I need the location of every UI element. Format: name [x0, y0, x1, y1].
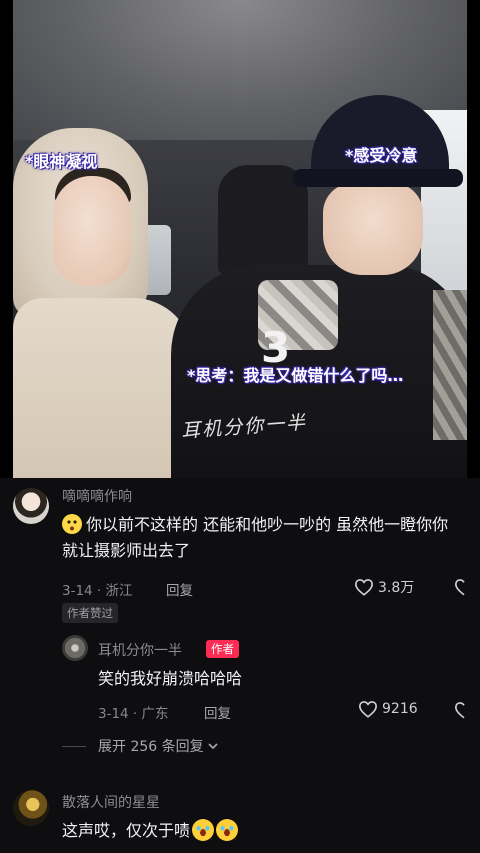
- comment-meta: 3-14 · 浙江: [62, 583, 133, 599]
- divider: [62, 746, 86, 747]
- expand-replies-label: 展开 256 条回复: [98, 739, 204, 755]
- camo-sleeve: [433, 290, 467, 440]
- comment-location: 浙江: [105, 583, 133, 599]
- like-button[interactable]: 3.8万: [354, 577, 414, 597]
- reply-meta: 3-14 · 广东: [98, 706, 169, 722]
- video-player[interactable]: 3 *眼神凝视 *感受冷意 *思考：我是又做错什么了吗… 耳机分你一半: [13, 0, 467, 478]
- like-count: 3.8万: [378, 580, 415, 596]
- comment-username[interactable]: 散落人间的星星: [62, 792, 160, 812]
- avatar[interactable]: [13, 790, 49, 826]
- comment-text-content: 这声哎，仅次于啧: [62, 821, 191, 840]
- cap-brim: [293, 169, 463, 187]
- comment-text-content: 你以前不这样的 还能和他吵一吵的 虽然他一瞪你你就让摄影师出去了: [62, 515, 449, 560]
- rolling-laugh-emoji-icon: [216, 819, 239, 841]
- caption-left: *眼神凝视: [25, 152, 98, 171]
- author-liked-badge: 作者赞过: [62, 603, 118, 623]
- comment-text[interactable]: 这声哎，仅次于啧: [62, 818, 239, 844]
- avatar[interactable]: [13, 488, 49, 524]
- like-button[interactable]: 9216: [358, 700, 418, 718]
- heart-outline-icon: [358, 701, 378, 718]
- avatar[interactable]: [62, 635, 88, 661]
- face: [323, 183, 423, 275]
- reply-location: 广东: [141, 706, 169, 722]
- reply-text[interactable]: 笑的我好崩溃哈哈哈: [98, 666, 242, 692]
- face: [53, 176, 131, 286]
- comment-list[interactable]: 嘀嘀嘀作响 你以前不这样的 还能和他吵一吵的 虽然他一瞪你你就让摄影师出去了 3…: [0, 478, 480, 853]
- reply-date: 3-14: [98, 706, 129, 722]
- heart-outline-icon[interactable]: [454, 701, 474, 719]
- comment-date: 3-14: [62, 583, 93, 599]
- comment-text[interactable]: 你以前不这样的 还能和他吵一吵的 虽然他一瞪你你就让摄影师出去了: [62, 512, 462, 564]
- rolling-laugh-emoji-icon: [192, 819, 215, 841]
- like-count: 9216: [382, 701, 418, 717]
- chevron-down-icon: [208, 743, 218, 750]
- heart-outline-icon[interactable]: [454, 578, 474, 596]
- reply-button[interactable]: 回复: [166, 579, 193, 599]
- caption-middle: *思考：我是又做错什么了吗…: [187, 366, 404, 385]
- reply-username[interactable]: 耳机分你一半: [98, 640, 182, 660]
- comment-username[interactable]: 嘀嘀嘀作响: [62, 486, 132, 506]
- reply-button[interactable]: 回复: [204, 702, 231, 722]
- caption-right: *感受冷意: [345, 146, 418, 165]
- author-badge: 作者: [206, 640, 239, 658]
- eye-roll-emoji-icon: [62, 514, 82, 534]
- expand-replies-button[interactable]: 展开 256 条回复: [98, 736, 218, 756]
- heart-outline-icon: [354, 579, 374, 596]
